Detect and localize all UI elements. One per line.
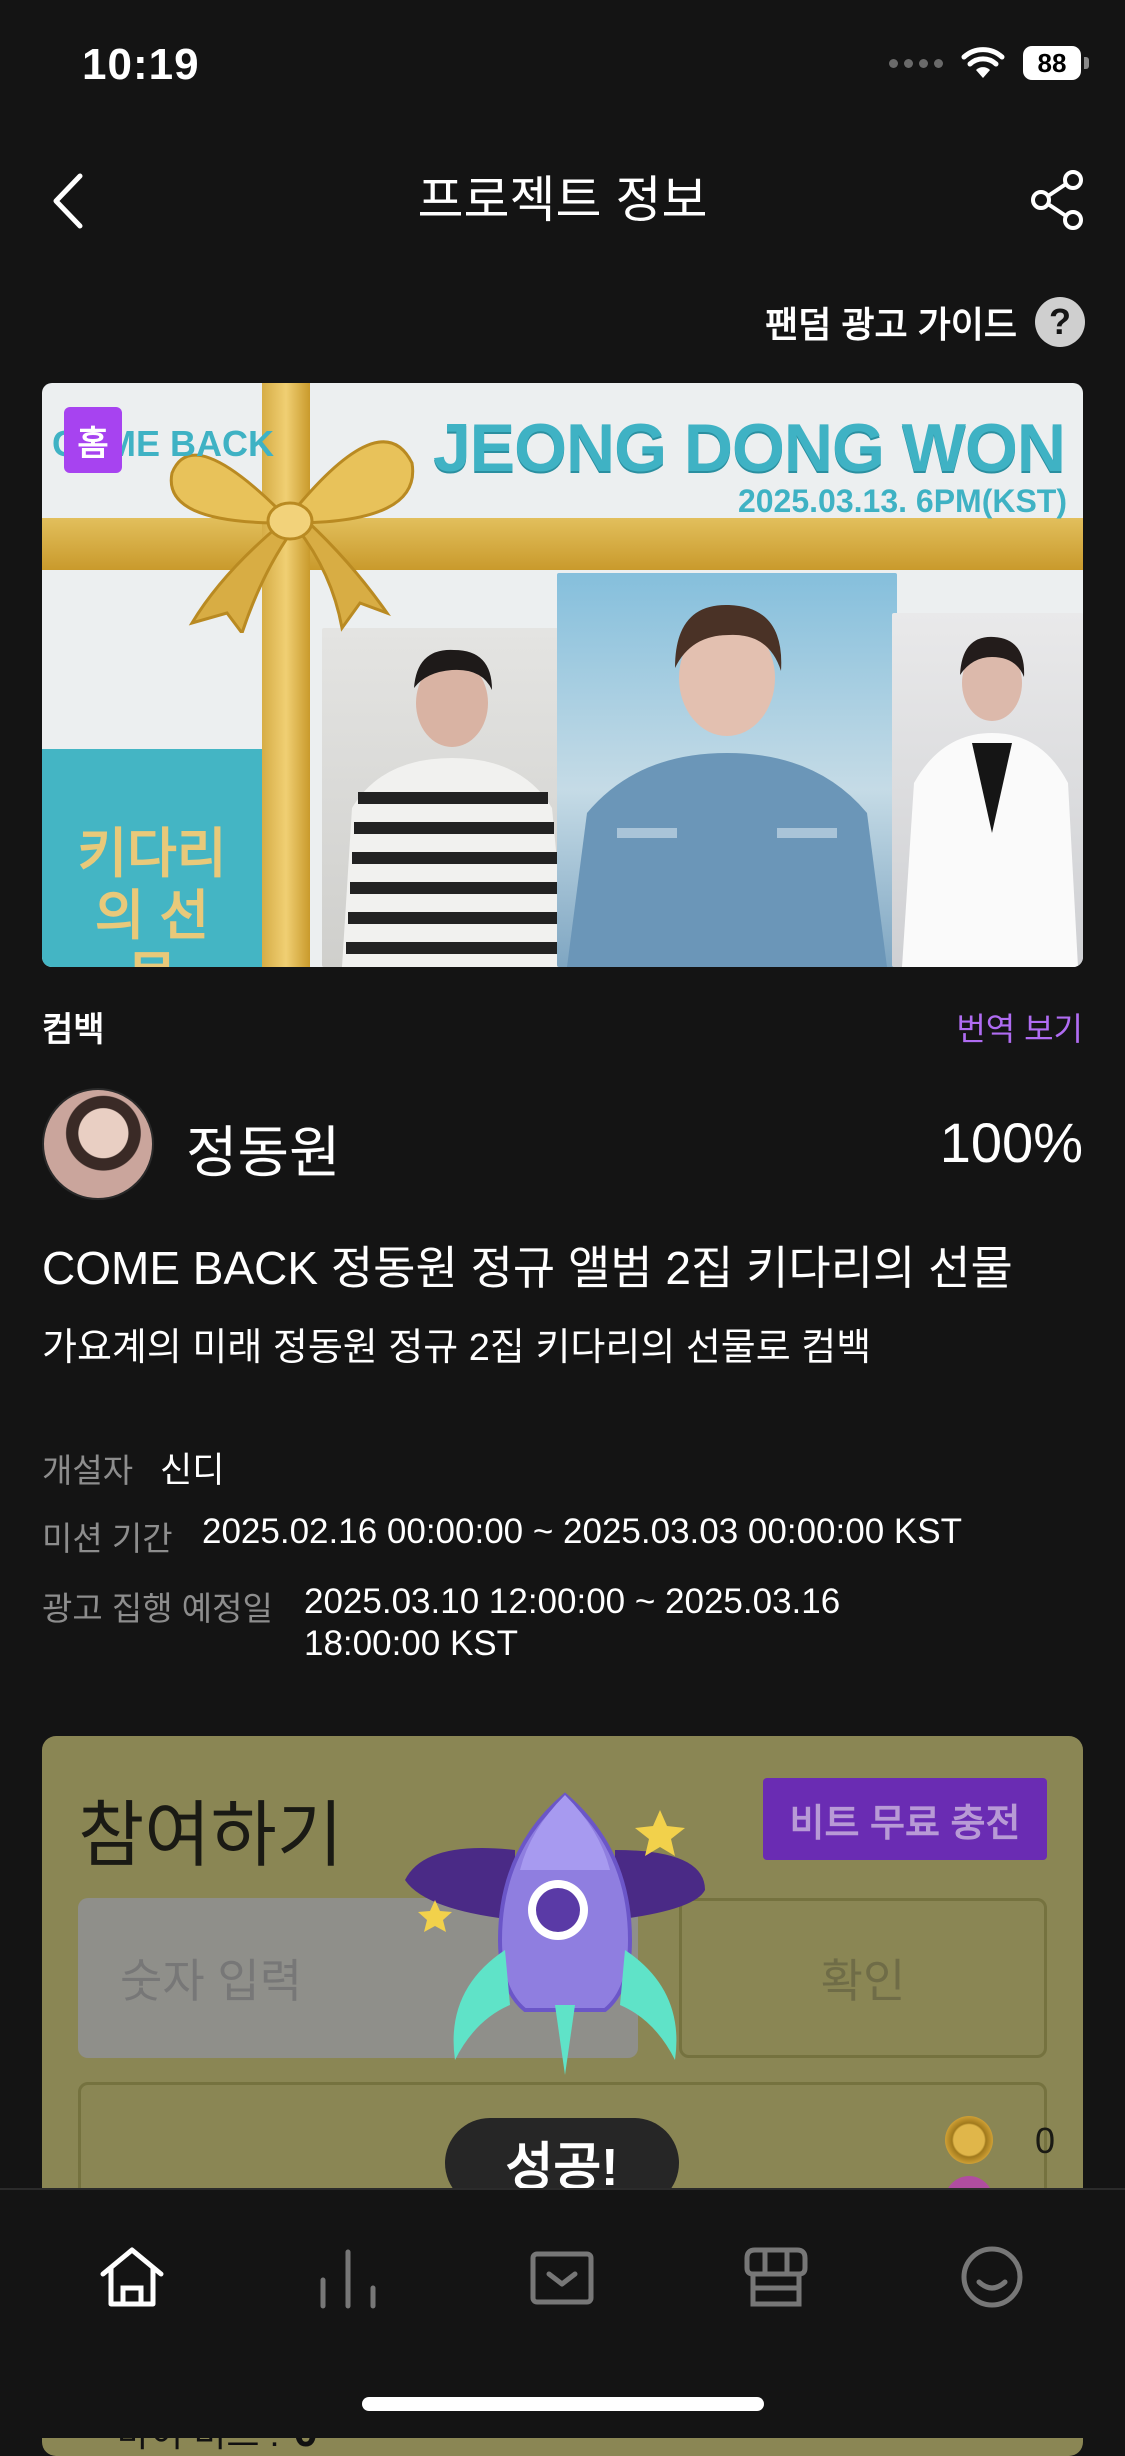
home-indicator[interactable] xyxy=(362,2397,764,2411)
progress-percent: 100% xyxy=(939,1111,1083,1174)
creator-label: 개설자 xyxy=(42,1452,134,1489)
status-time: 10:19 xyxy=(82,40,200,89)
participate-title: 참여하기 xyxy=(78,1796,343,1876)
ad-schedule-value-2: 18:00:00 KST xyxy=(304,1624,519,1663)
wifi-icon xyxy=(961,47,1005,78)
translate-link[interactable]: 번역 보기 xyxy=(956,1004,1083,1050)
free-charge-button[interactable]: 비트 무료 충전 xyxy=(763,1778,1047,1860)
tab-chart[interactable] xyxy=(288,2232,408,2322)
battery-level: 88 xyxy=(1023,46,1081,80)
store-icon xyxy=(744,2247,808,2307)
artist-photo-1 xyxy=(322,628,592,967)
project-title: COME BACK 정동원 정규 앨범 2집 키다리의 선물 xyxy=(42,1242,1013,1294)
banner-artist-name: JEONG DONG WON xyxy=(432,410,1066,486)
ad-schedule-value-1: 2025.03.10 12:00:00 ~ 2025.03.16 xyxy=(304,1582,841,1621)
profile-icon xyxy=(961,2246,1023,2308)
artist-name[interactable]: 정동원 xyxy=(186,1108,341,1189)
tab-store[interactable] xyxy=(716,2232,836,2322)
artist-photo-3 xyxy=(892,613,1083,967)
inbox-icon xyxy=(530,2251,594,2305)
confirm-button[interactable]: 확인 xyxy=(679,1898,1047,2058)
signal-icon xyxy=(889,58,943,68)
mission-period-label: 미션 기간 xyxy=(42,1520,173,1557)
project-category: 컴백 xyxy=(42,1011,105,1049)
project-banner[interactable]: 키다리의 선물 xyxy=(42,383,1083,967)
ad-schedule-label: 광고 집행 예정일 xyxy=(42,1590,273,1627)
artist-photo-2 xyxy=(557,573,897,967)
share-icon[interactable] xyxy=(1027,168,1091,232)
tab-profile[interactable] xyxy=(932,2232,1052,2322)
chart-icon xyxy=(320,2249,376,2309)
artist-avatar[interactable] xyxy=(42,1088,154,1200)
help-icon[interactable]: ? xyxy=(1035,297,1085,347)
home-badge: 홈 xyxy=(64,407,122,473)
tab-inbox[interactable] xyxy=(502,2232,622,2322)
battery-icon: 88 xyxy=(1023,46,1089,80)
project-description: 가요계의 미래 정동원 정규 2집 키다리의 선물로 컴백 xyxy=(42,1327,872,1369)
page-title: 프로젝트 정보 xyxy=(417,172,708,228)
rocket-icon xyxy=(405,1792,705,2075)
ad-guide-link[interactable]: 팬덤 광고 가이드 ? xyxy=(765,296,1085,348)
creator-value: 신디 xyxy=(160,1451,225,1490)
banner-date: 2025.03.13. 6PM(KST) xyxy=(737,483,1067,519)
home-icon xyxy=(100,2247,164,2307)
tab-home[interactable] xyxy=(72,2232,192,2322)
album-cover-text: 키다리의 선물 xyxy=(77,824,227,967)
status-icons: 88 xyxy=(889,46,1089,80)
ad-guide-label: 팬덤 광고 가이드 xyxy=(765,304,1017,345)
coin-icon xyxy=(945,2116,993,2164)
mission-period-value: 2025.02.16 00:00:00 ~ 2025.03.03 00:00:0… xyxy=(202,1512,962,1551)
coin-count: 0 xyxy=(1034,2120,1055,2161)
